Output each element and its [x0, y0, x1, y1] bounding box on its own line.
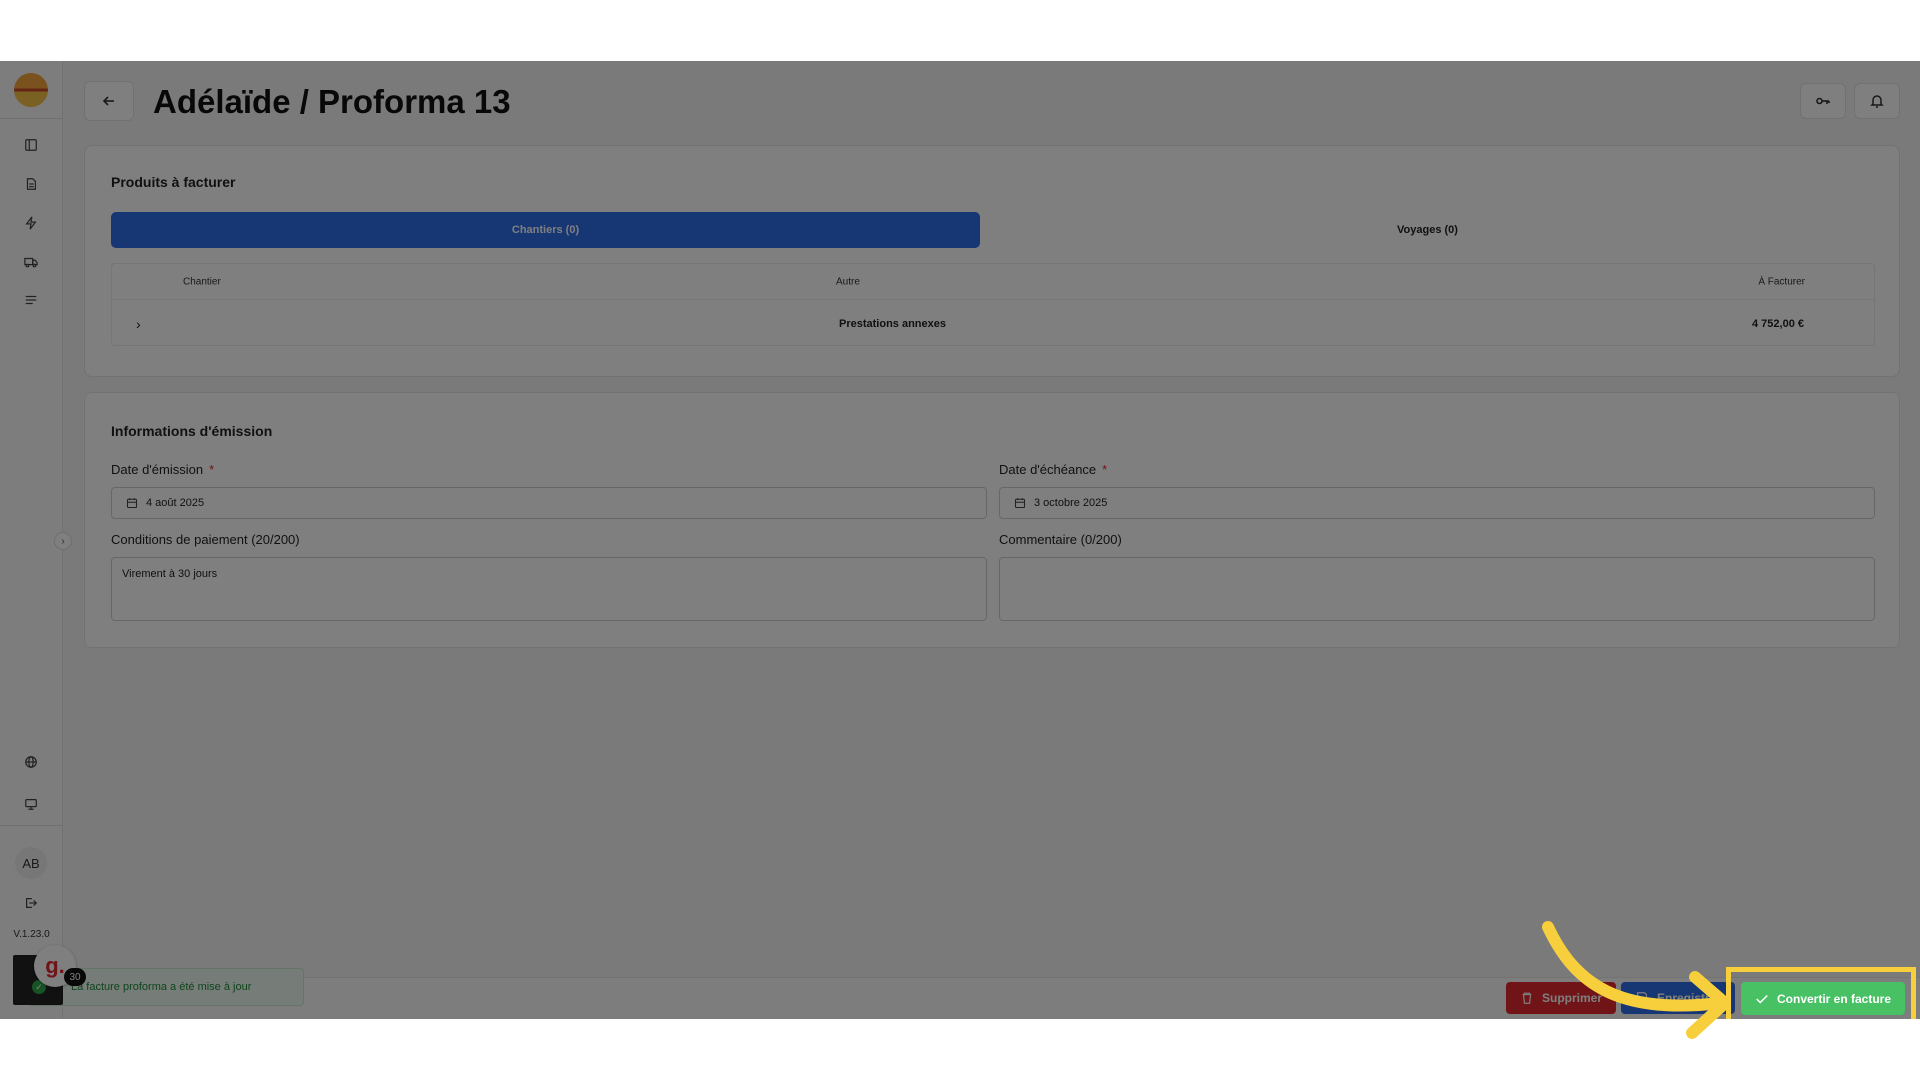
dashboard-icon[interactable]	[22, 136, 40, 154]
emission-section-title: Informations d'émission	[111, 423, 273, 439]
date-emission-value: 4 août 2025	[146, 497, 205, 509]
date-emission-input[interactable]: 4 août 2025	[111, 487, 987, 519]
date-emission-label-text: Date d'émission	[111, 462, 204, 477]
date-echeance-label-text: Date d'échéance	[999, 462, 1097, 477]
app-version: V.1.23.0	[13, 929, 50, 940]
arrow-annotation-icon	[1542, 921, 1731, 1039]
toast-message: La facture proforma a été mise à jour	[71, 981, 252, 993]
truck-icon[interactable]	[22, 253, 40, 271]
column-header-autre[interactable]: Autre	[836, 276, 860, 287]
document-icon[interactable]	[22, 175, 40, 193]
key-button[interactable]	[1800, 83, 1846, 119]
widget-badge: 30	[64, 968, 86, 986]
calendar-icon	[126, 498, 138, 509]
required-asterisk: *	[209, 462, 215, 477]
calendar-icon	[1014, 498, 1026, 509]
page-title: Adélaïde / Proforma 13	[153, 83, 511, 120]
tab-voyages[interactable]: Voyages (0)	[980, 212, 1875, 248]
back-button[interactable]	[84, 81, 134, 121]
app-frame: AB V.1.23.0 › Adélaïde / Proforma 13 Pro…	[0, 61, 1920, 1019]
products-section-title: Produits à facturer	[111, 174, 236, 190]
column-header-chantier[interactable]: Chantier	[183, 276, 221, 287]
row-autre: Prestations annexes	[839, 317, 946, 330]
products-card: Produits à facturer Chantiers (0) Voyage…	[84, 145, 1900, 377]
monitor-icon[interactable]	[22, 795, 40, 813]
conditions-label: Conditions de paiement (20/200)	[111, 532, 300, 547]
products-table: Chantier Autre À Facturer › Prestations …	[111, 263, 1875, 346]
avatar[interactable]: AB	[15, 847, 47, 879]
conditions-textarea[interactable]: Virement à 30 jours	[111, 557, 987, 621]
sidebar-divider	[0, 825, 63, 826]
sidebar-collapse-chevron-icon[interactable]: ›	[54, 532, 72, 550]
table-header: Chantier Autre À Facturer	[112, 264, 1874, 300]
date-emission-label: Date d'émission *	[111, 462, 214, 477]
bell-icon	[1870, 95, 1884, 108]
commentaire-label: Commentaire (0/200)	[999, 532, 1122, 547]
row-amount: 4 752,00 €	[1752, 317, 1804, 330]
table-row[interactable]: › Prestations annexes 4 752,00 €	[112, 300, 1874, 347]
date-echeance-value: 3 octobre 2025	[1034, 497, 1108, 509]
required-asterisk: *	[1102, 462, 1108, 477]
app-logo[interactable]	[14, 73, 48, 107]
globe-icon[interactable]	[22, 753, 40, 771]
notifications-button[interactable]	[1854, 83, 1900, 119]
column-header-a-facturer[interactable]: À Facturer	[1758, 276, 1805, 287]
key-icon	[1816, 97, 1830, 105]
emission-card: Informations d'émission Date d'émission *…	[84, 392, 1900, 648]
arrow-left-icon	[102, 96, 114, 106]
sidebar-divider	[0, 118, 63, 119]
date-echeance-label: Date d'échéance *	[999, 462, 1107, 477]
lightning-icon[interactable]	[22, 214, 40, 232]
tab-chantiers[interactable]: Chantiers (0)	[111, 212, 980, 248]
list-icon[interactable]	[22, 291, 40, 309]
date-echeance-input[interactable]: 3 octobre 2025	[999, 487, 1875, 519]
expand-chevron-icon[interactable]: ›	[136, 316, 141, 332]
logout-icon[interactable]	[22, 894, 40, 912]
highlight-box	[1726, 967, 1916, 1019]
commentaire-textarea[interactable]	[999, 557, 1875, 621]
